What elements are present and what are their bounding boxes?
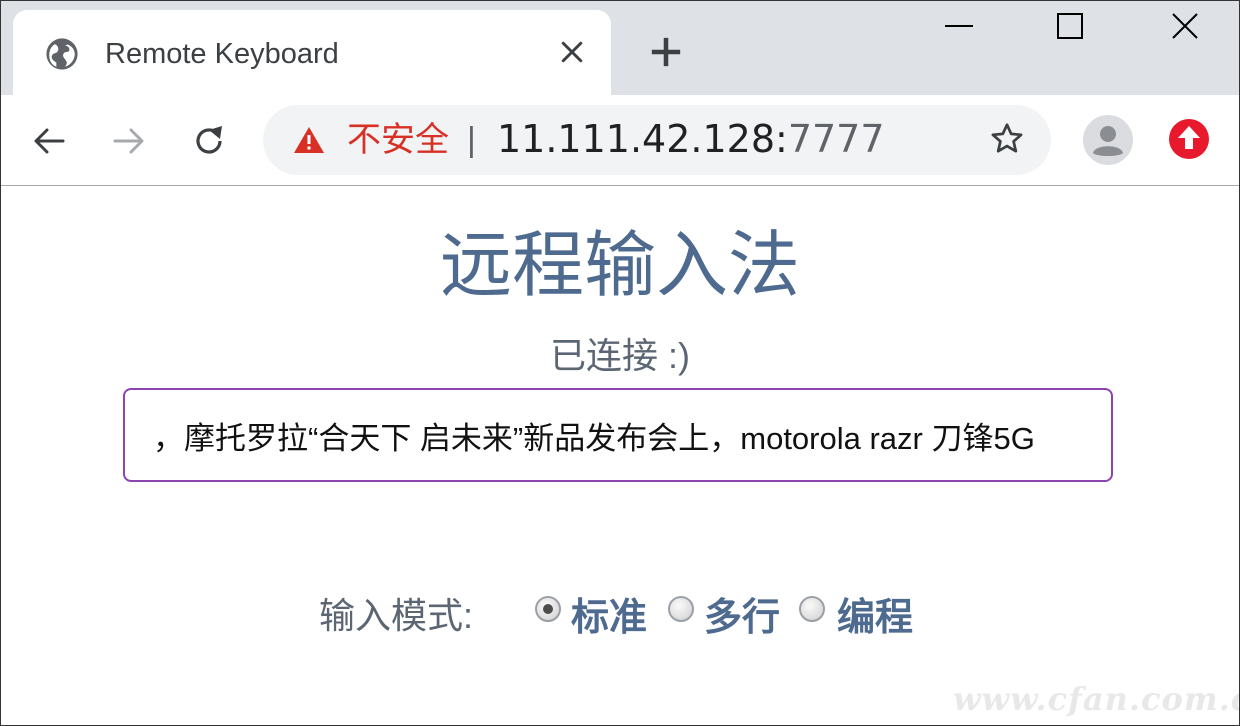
url-text[interactable]: 11.111.42.128:7777 bbox=[497, 119, 885, 159]
radio-programming-label[interactable]: 编程 bbox=[837, 596, 913, 640]
address-bar[interactable]: 不安全 | 11.111.42.128:7777 bbox=[263, 105, 1051, 175]
tab-remote-keyboard[interactable]: Remote Keyboard bbox=[13, 10, 611, 100]
tab-title: Remote Keyboard bbox=[105, 38, 339, 70]
browser-window: Remote Keyboard 不安全 | 11.111.42.128:7777… bbox=[0, 0, 1240, 726]
radio-standard-label[interactable]: 标准 bbox=[571, 596, 647, 640]
radio-multiline-label[interactable]: 多行 bbox=[704, 596, 780, 640]
not-secure-warning-icon[interactable] bbox=[293, 125, 325, 155]
back-icon[interactable] bbox=[29, 121, 69, 161]
page-content: 远程输入法 已连接 :) 输入模式: 标准 多行 编程 www.cfan.com… bbox=[1, 186, 1239, 725]
tab-strip: Remote Keyboard bbox=[1, 1, 1239, 100]
bookmark-star-icon[interactable] bbox=[989, 121, 1025, 157]
profile-avatar-icon[interactable] bbox=[1083, 115, 1133, 165]
url-host: 11.111.42.128: bbox=[497, 117, 788, 161]
not-secure-label[interactable]: 不安全 bbox=[347, 121, 449, 159]
input-mode-group: 输入模式: 标准 多行 编程 bbox=[319, 584, 959, 644]
connection-status: 已连接 :) bbox=[550, 335, 690, 376]
page-title: 远程输入法 bbox=[439, 226, 800, 306]
address-separator: | bbox=[467, 121, 476, 159]
close-window-icon[interactable] bbox=[1165, 9, 1205, 49]
radio-standard[interactable] bbox=[535, 596, 561, 622]
new-tab-icon[interactable] bbox=[649, 35, 683, 69]
url-port: 7777 bbox=[787, 117, 885, 161]
remote-text-input[interactable] bbox=[123, 388, 1113, 482]
minimize-icon[interactable] bbox=[939, 9, 979, 49]
browser-toolbar: 不安全 | 11.111.42.128:7777 bbox=[1, 95, 1239, 186]
watermark: www.cfan.com.cn bbox=[953, 680, 1239, 718]
maximize-icon[interactable] bbox=[1050, 9, 1090, 49]
forward-icon[interactable] bbox=[109, 121, 149, 161]
extension-upload-icon[interactable] bbox=[1168, 118, 1210, 160]
globe-icon bbox=[46, 38, 78, 70]
input-mode-label: 输入模式: bbox=[319, 595, 474, 636]
radio-programming[interactable] bbox=[799, 596, 825, 622]
close-tab-icon[interactable] bbox=[557, 37, 587, 67]
reload-icon[interactable] bbox=[189, 121, 229, 161]
radio-multiline[interactable] bbox=[668, 596, 694, 622]
